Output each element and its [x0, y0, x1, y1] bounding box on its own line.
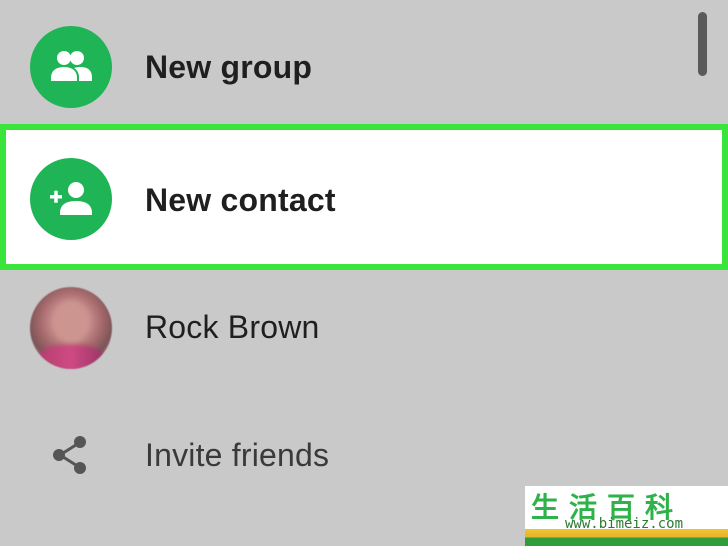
new-contact-avatar	[30, 158, 112, 240]
avatar-shirt	[38, 345, 104, 369]
new-contact-label: New contact	[145, 182, 336, 218]
contact-row-rock-brown[interactable]: Rock Brown	[0, 263, 728, 393]
scrollbar[interactable]	[698, 12, 707, 76]
new-group-label: New group	[145, 49, 313, 85]
contact-avatar	[30, 287, 112, 369]
add-contact-icon	[50, 182, 92, 215]
invite-friends-label: Invite friends	[145, 437, 330, 473]
new-group-avatar	[30, 26, 112, 108]
share-icon	[53, 436, 86, 474]
menu-item-new-contact[interactable]: New contact	[0, 124, 728, 270]
avatar-face	[54, 301, 88, 343]
menu-item-new-group[interactable]: New group	[0, 3, 728, 133]
contact-name-label: Rock Brown	[145, 309, 320, 345]
watermark-url: www.bimeiz.com	[565, 516, 684, 532]
watermark-logo: 生活百科 www.bimeiz.com	[525, 486, 728, 546]
share-icon-wrap	[48, 433, 92, 477]
contact-picker-screen: New group New contact Rock Brown Invite …	[0, 0, 728, 546]
group-icon	[51, 51, 92, 81]
